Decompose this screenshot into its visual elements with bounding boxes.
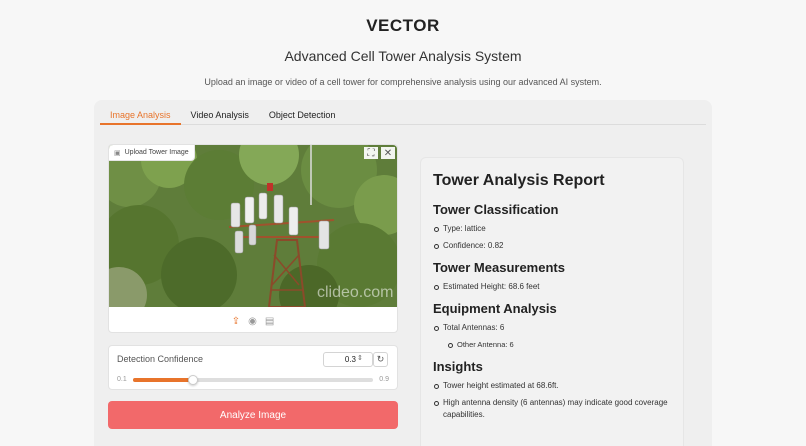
app-description: Upload an image or video of a cell tower… xyxy=(204,77,602,87)
list-item: Type: lattice xyxy=(433,223,671,235)
insights-list: Tower height estimated at 68.6ft. High a… xyxy=(433,380,671,421)
classification-list: Type: lattice Confidence: 0.82 xyxy=(433,223,671,252)
tower-photo: clideo.com xyxy=(109,145,397,307)
app-title: VECTOR xyxy=(366,16,440,35)
analyze-image-button[interactable]: Analyze Image xyxy=(108,401,398,429)
tab-image-analysis[interactable]: Image Analysis xyxy=(100,106,181,125)
list-item: Total Antennas: 6 xyxy=(433,322,671,334)
list-item: Tower height estimated at 68.6ft. xyxy=(433,380,671,392)
insights-heading: Insights xyxy=(433,359,483,374)
list-item: High antenna density (6 antennas) may in… xyxy=(433,397,671,421)
image-icon: ▣ xyxy=(114,149,121,157)
source-icons: ⇪ ◉ ▤ xyxy=(109,316,397,327)
tab-video-analysis[interactable]: Video Analysis xyxy=(181,106,259,125)
slider-min: 0.1 xyxy=(117,376,127,383)
app-subtitle: Advanced Cell Tower Analysis System xyxy=(284,48,522,64)
webcam-icon[interactable]: ◉ xyxy=(248,316,257,327)
upload-label-text: Upload Tower Image xyxy=(124,149,189,156)
report-title: Tower Analysis Report xyxy=(433,172,605,189)
equipment-heading: Equipment Analysis xyxy=(433,301,557,316)
list-item: Estimated Height: 68.6 feet xyxy=(433,281,671,293)
fullscreen-icon[interactable]: ⛶ xyxy=(364,147,378,159)
confidence-number-input[interactable]: 0.3 xyxy=(323,352,373,367)
upload-icon[interactable]: ⇪ xyxy=(232,316,240,327)
list-item: Other Antenna: 6 xyxy=(447,339,671,351)
measurements-heading: Tower Measurements xyxy=(433,260,565,275)
slider-fill xyxy=(133,378,193,382)
stepper-icon[interactable]: ⇕ xyxy=(357,354,363,362)
tab-bar: Image Analysis Video Analysis Object Det… xyxy=(100,106,706,125)
analysis-report: Tower Analysis Report Tower Classificati… xyxy=(420,157,684,446)
upload-label: ▣ Upload Tower Image xyxy=(109,145,195,161)
watermark: clideo.com xyxy=(317,284,393,301)
slider-max: 0.9 xyxy=(379,376,389,383)
tower-image: clideo.com xyxy=(109,145,397,307)
confidence-slider[interactable] xyxy=(133,375,373,385)
measurements-list: Estimated Height: 68.6 feet xyxy=(433,281,671,293)
close-icon[interactable]: ✕ xyxy=(381,147,395,159)
confidence-slider-box: Detection Confidence 0.3 ⇕ ↻ 0.1 0.9 xyxy=(108,345,398,390)
classification-heading: Tower Classification xyxy=(433,202,559,217)
image-upload[interactable]: ▣ Upload Tower Image ⛶ ✕ clideo.com ⇪ ◉ … xyxy=(108,144,398,333)
confidence-label: Detection Confidence xyxy=(117,354,204,364)
list-item: Confidence: 0.82 xyxy=(433,240,671,252)
reset-icon[interactable]: ↻ xyxy=(373,352,388,367)
tab-object-detection[interactable]: Object Detection xyxy=(259,106,346,125)
image-tools: ⛶ ✕ xyxy=(364,147,395,159)
main-panel: Image Analysis Video Analysis Object Det… xyxy=(94,100,712,446)
slider-thumb[interactable] xyxy=(188,375,198,385)
clipboard-icon[interactable]: ▤ xyxy=(265,316,274,327)
equipment-list: Total Antennas: 6 Other Antenna: 6 xyxy=(433,322,671,351)
